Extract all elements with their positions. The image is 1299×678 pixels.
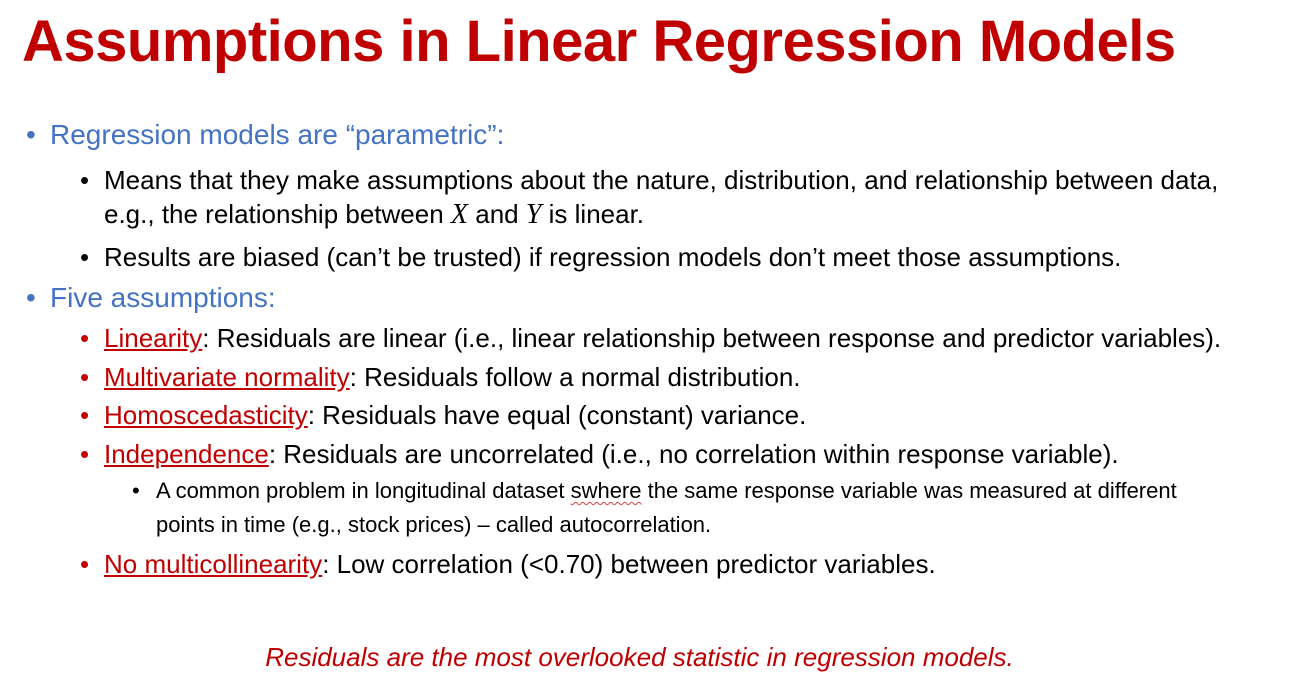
means-line2-pre: e.g., the relationship between [104,199,451,229]
means-line2-post: is linear. [541,199,645,229]
desc-no-multicollinearity: : Low correlation (<0.70) between predic… [322,549,936,579]
variable-y: Y [525,199,542,230]
bullet-biased-text: Results are biased (can’t be trusted) if… [104,242,1122,272]
term-linearity: Linearity [104,323,203,353]
note-line1-pre: A common problem in longitudinal dataset [156,478,571,503]
bullet-dot: • [80,165,90,195]
bullet-dot: • [80,400,90,430]
variable-x: X [450,199,469,230]
term-multivariate-normality: Multivariate normality [104,362,350,392]
bullet-dot: • [80,242,90,272]
term-independence: Independence [104,439,269,469]
desc-independence: : Residuals are uncorrelated (i.e., no c… [268,439,1119,469]
slide: Assumptions in Linear Regression Models … [0,0,1299,678]
bullet-five-label: Five assumptions: [50,282,276,313]
note-typo-swhere: swhere [570,478,642,503]
bullet-dot: • [80,362,90,392]
term-homoscedasticity: Homoscedasticity [104,400,308,430]
desc-multivariate-normality: : Residuals follow a normal distribution… [349,362,801,392]
bullet-means-line2: e.g., the relationship between X and Y i… [104,197,644,232]
note-line2: points in time (e.g., stock prices) – ca… [156,512,712,537]
slide-title: Assumptions in Linear Regression Models [22,9,1176,74]
bullet-means-line1: Means that they make assumptions about t… [104,165,1219,195]
bullet-dot: • [80,439,90,469]
note-line1-post: the same response variable was measured … [641,478,1177,503]
footer-note: Residuals are the most overlooked statis… [265,642,1014,672]
bullet-dot: • [80,549,90,579]
means-line2-mid: and [468,199,526,229]
term-no-multicollinearity: No multicollinearity [104,549,323,579]
desc-linearity: : Residuals are linear (i.e., linear rel… [202,323,1222,353]
bullet-dot: • [132,478,140,503]
bullet-dot: • [80,323,90,353]
bullet-dot: • [26,119,36,150]
desc-homoscedasticity: : Residuals have equal (constant) varian… [307,400,807,430]
bullet-parametric-label: Regression models are “parametric”: [50,119,505,150]
bullet-dot: • [26,282,36,313]
